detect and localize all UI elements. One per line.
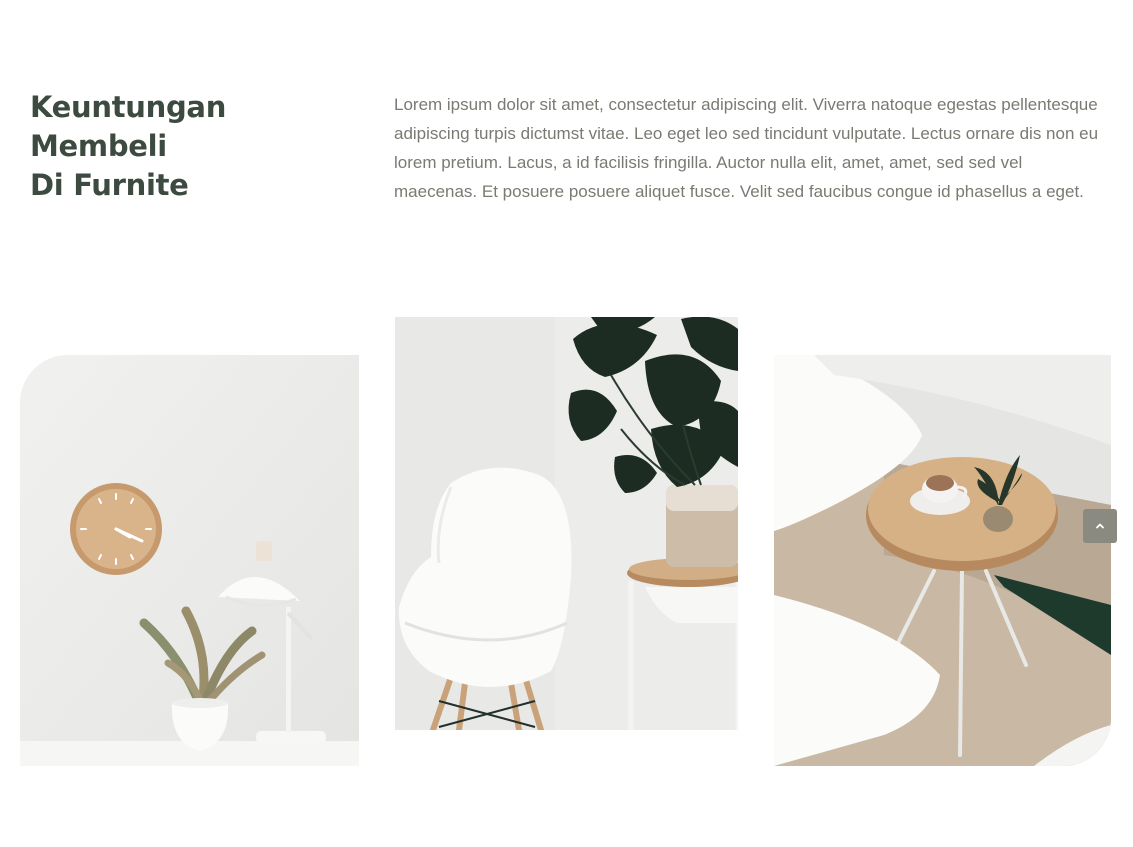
wall-clock-icon: [70, 483, 162, 575]
photo-clock-lamp-plant: [20, 355, 359, 766]
section-description: Lorem ipsum dolor sit amet, consectetur …: [394, 95, 1099, 201]
scroll-to-top-button[interactable]: [1083, 509, 1117, 543]
section-title-line-2: Di Furnite: [30, 168, 189, 202]
round-table-coffee-illustration: [774, 355, 1111, 766]
round-table-icon: [866, 457, 1058, 571]
photo-white-chair-monstera: [395, 317, 738, 730]
section-title: Keuntungan Membeli Di Furnite: [30, 88, 370, 205]
clock-lamp-plant-illustration: [20, 355, 359, 766]
photo-round-table-coffee: [774, 355, 1111, 766]
section-title-line-1: Keuntungan Membeli: [30, 90, 227, 163]
chevron-up-icon: [1096, 523, 1104, 529]
chair-monstera-illustration: [395, 317, 738, 730]
